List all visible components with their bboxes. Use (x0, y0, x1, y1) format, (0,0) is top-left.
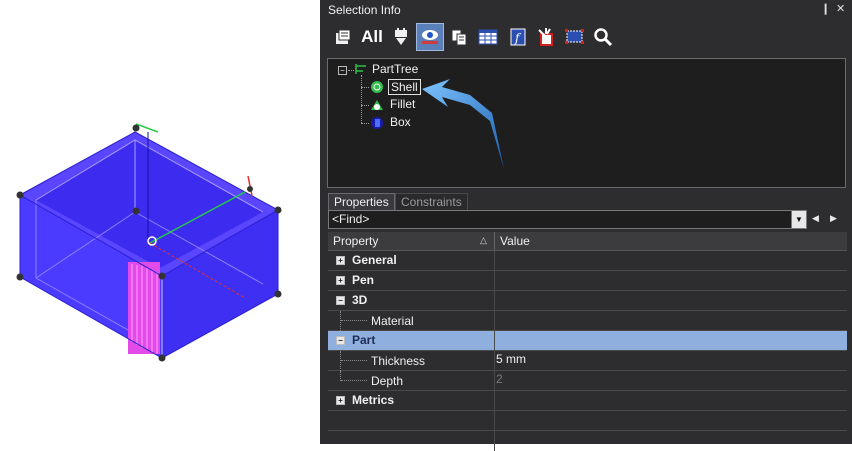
part-tree[interactable]: − PartTree Shell Fillet Box (327, 58, 846, 188)
pointer-arrow-icon (422, 79, 504, 169)
panel-titlebar: Selection Info ❙ ✕ (320, 0, 852, 19)
row-label: Thickness (371, 354, 426, 368)
grid-row-metrics[interactable]: + Metrics (328, 391, 847, 411)
property-grid: Property △ Value + General + Pen − 3D Ma… (328, 232, 847, 451)
find-next-button[interactable]: ▶ (826, 210, 841, 227)
search-icon (594, 28, 613, 47)
grid-row-empty (328, 431, 847, 451)
find-input[interactable]: <Find> (328, 210, 793, 229)
row-label: Pen (352, 273, 375, 287)
filter-button[interactable] (388, 24, 414, 50)
search-button[interactable] (590, 24, 616, 50)
function-button[interactable]: f (505, 24, 531, 50)
tree-root-label[interactable]: PartTree (372, 62, 418, 76)
collapse-icon[interactable]: − (336, 336, 345, 345)
pin-icon[interactable]: ❙ (821, 2, 830, 15)
copy-button[interactable] (446, 24, 472, 50)
expand-icon[interactable]: + (336, 276, 345, 285)
anchor-icon (538, 28, 553, 46)
tab-constraints[interactable]: Constraints (395, 193, 468, 210)
selection-info-panel: Selection Info ❙ ✕ All f − PartTree Shel… (320, 0, 852, 451)
collapse-icon[interactable]: − (336, 296, 345, 305)
grid-header: Property △ Value (328, 232, 847, 251)
select-box-icon (565, 29, 584, 44)
grid-row-3d[interactable]: − 3D (328, 291, 847, 311)
function-icon: f (510, 28, 526, 46)
close-icon[interactable]: ✕ (836, 2, 845, 15)
tree-item-fillet[interactable]: Fillet (390, 97, 415, 111)
tab-properties[interactable]: Properties (328, 193, 395, 210)
expand-icon[interactable]: + (336, 256, 345, 265)
3d-shell-model[interactable] (0, 0, 320, 444)
fillet-highlight (128, 262, 160, 354)
select-box-button[interactable] (562, 24, 588, 50)
grid-row-pen[interactable]: + Pen (328, 271, 847, 291)
row-label: Part (352, 333, 376, 347)
filter-plug-icon (395, 28, 407, 45)
panel-title: Selection Info (328, 3, 401, 17)
fillet-icon (371, 100, 383, 110)
row-label: 3D (352, 293, 368, 307)
grid-row-depth[interactable]: Depth 2 (328, 371, 847, 391)
anchor-button[interactable] (533, 24, 559, 50)
column-property[interactable]: Property (333, 234, 378, 248)
column-value[interactable]: Value (500, 234, 530, 248)
row-value[interactable]: 5 mm (496, 352, 526, 366)
copy-icon (451, 29, 467, 46)
table-button[interactable] (475, 24, 501, 50)
grid-row-material[interactable]: Material (328, 311, 847, 331)
model-viewport[interactable] (0, 0, 320, 444)
row-label: Metrics (352, 393, 395, 407)
view-button[interactable] (416, 23, 444, 51)
row-value[interactable]: 2 (496, 372, 503, 386)
tree-collapse-icon[interactable]: − (338, 66, 347, 75)
find-dropdown-button[interactable]: ▼ (791, 210, 807, 229)
grid-row-part[interactable]: − Part (328, 331, 847, 351)
row-label: Depth (371, 374, 404, 388)
tree-root-icon (355, 64, 366, 74)
table-icon (478, 29, 498, 45)
tree-item-box[interactable]: Box (390, 115, 411, 129)
grid-row-empty (328, 411, 847, 431)
shell-icon (371, 81, 383, 93)
select-all-button[interactable]: All (358, 24, 386, 50)
row-label: Material (371, 314, 414, 328)
view-eye-icon (422, 30, 438, 44)
tree-item-shell[interactable]: Shell (388, 79, 421, 95)
grid-row-general[interactable]: + General (328, 251, 847, 271)
find-prev-button[interactable]: ◀ (808, 210, 823, 227)
all-label: All (361, 27, 383, 46)
sort-icon[interactable]: △ (480, 235, 487, 246)
properties-icon (336, 29, 351, 44)
grid-row-thickness[interactable]: Thickness 5 mm (328, 351, 847, 371)
expand-icon[interactable]: + (336, 396, 345, 405)
row-label: General (352, 253, 397, 267)
box-icon (371, 117, 383, 129)
find-row: <Find> ▼ ◀ ▶ (328, 210, 844, 229)
properties-button[interactable] (330, 24, 356, 50)
